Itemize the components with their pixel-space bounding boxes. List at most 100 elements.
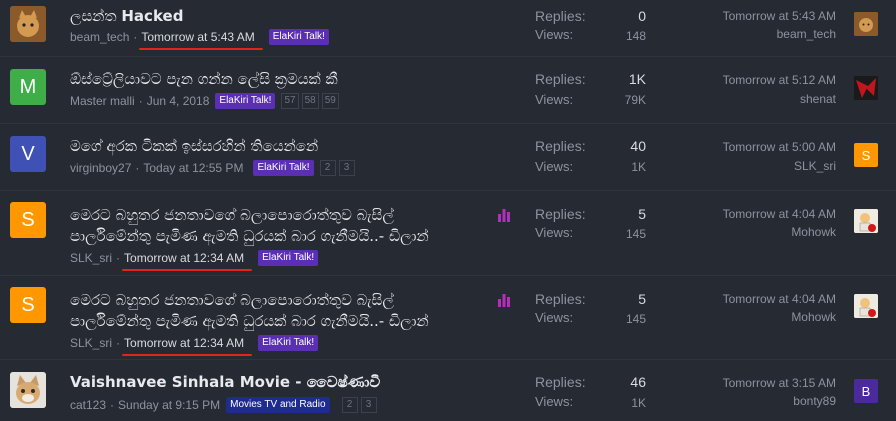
page-link[interactable]: 59 bbox=[321, 93, 339, 109]
author-avatar[interactable]: V bbox=[10, 136, 46, 172]
poll-icon bbox=[498, 209, 510, 222]
thread-meta: Master malli · Jun 4, 2018 ElaKiri Talk!… bbox=[70, 93, 342, 109]
last-post-user[interactable]: SLK_sri bbox=[794, 159, 836, 173]
cartoon-avatar-image bbox=[854, 294, 878, 318]
forum-label[interactable]: ElaKiri Talk! bbox=[215, 93, 276, 109]
last-post-time[interactable]: Tomorrow at 4:04 AM bbox=[723, 207, 836, 221]
thread-row[interactable]: Vaishnavee Sinhala Movie - වෛෂ්ණාවී cat1… bbox=[0, 359, 896, 421]
views-count: 145 bbox=[625, 227, 646, 241]
thread-meta: SLK_sri · Tomorrow at 12:34 AM ElaKiri T… bbox=[70, 250, 319, 271]
page-jump: 57 58 59 bbox=[281, 93, 341, 109]
thread-title-text: පාර්ලිමේන්තු පැමිණ ඇමති ධුරයක් බාර ගැනීම… bbox=[70, 312, 429, 330]
thread-title[interactable]: ලසන්ත Hacked bbox=[70, 5, 183, 27]
thread-start-time[interactable]: Jun 4, 2018 bbox=[147, 94, 210, 108]
last-poster-avatar[interactable]: B bbox=[854, 379, 878, 403]
avatar-letter: S bbox=[21, 293, 35, 316]
thread-start-time[interactable]: Tomorrow at 5:43 AM bbox=[139, 30, 264, 50]
meta-separator: · bbox=[133, 30, 138, 44]
page-link[interactable]: 3 bbox=[338, 160, 355, 176]
last-post-time[interactable]: Tomorrow at 5:43 AM bbox=[723, 9, 836, 23]
thread-title-line2[interactable]: පාර්ලිමේන්තු පැමිණ ඇමති ධුරයක් බාර ගැනීම… bbox=[70, 225, 429, 247]
page-link[interactable]: 2 bbox=[319, 160, 336, 176]
last-post-time[interactable]: Tomorrow at 5:12 AM bbox=[723, 73, 836, 87]
thread-start-time[interactable]: Sunday at 9:15 PM bbox=[118, 398, 220, 412]
page-link[interactable]: 58 bbox=[301, 93, 319, 109]
last-poster-avatar[interactable] bbox=[854, 209, 878, 233]
meta-separator: · bbox=[135, 161, 140, 175]
thread-author[interactable]: cat123 bbox=[70, 398, 106, 412]
meta-separator: · bbox=[116, 251, 121, 265]
thread-start-time[interactable]: Tomorrow at 12:34 AM bbox=[122, 251, 253, 271]
thread-start-time[interactable]: Tomorrow at 12:34 AM bbox=[122, 336, 253, 356]
last-post-time[interactable]: Tomorrow at 4:04 AM bbox=[723, 292, 836, 306]
abstract-avatar-image bbox=[854, 76, 878, 100]
last-post-user[interactable]: Mohowk bbox=[791, 225, 836, 239]
replies-count: 46 bbox=[630, 374, 646, 390]
thread-title-text: ලසන්ත bbox=[70, 7, 117, 25]
forum-label[interactable]: ElaKiri Talk! bbox=[258, 250, 319, 266]
replies-label: Replies: bbox=[535, 374, 586, 390]
avatar-letter: V bbox=[21, 142, 35, 165]
thread-title-text: මගේ අරක ටිකක් ඉස්සරහින් තියෙන්නේ bbox=[70, 137, 319, 155]
views-count: 79K bbox=[624, 93, 646, 107]
thread-row[interactable]: ලසන්ත Hacked beam_tech · Tomorrow at 5:4… bbox=[0, 0, 896, 57]
thread-author[interactable]: Master malli bbox=[70, 94, 135, 108]
author-avatar[interactable]: S bbox=[10, 287, 46, 323]
replies-count: 1K bbox=[628, 71, 646, 87]
replies-count: 40 bbox=[630, 138, 646, 154]
forum-label[interactable]: ElaKiri Talk! bbox=[253, 160, 314, 176]
meta-separator: · bbox=[116, 336, 121, 350]
thread-title-text: පාර්ලිමේන්තු පැමිණ ඇමති ධුරයක් බාර ගැනීම… bbox=[70, 227, 429, 245]
page-link[interactable]: 57 bbox=[281, 93, 299, 109]
replies-label: Replies: bbox=[535, 138, 586, 154]
forum-label[interactable]: ElaKiri Talk! bbox=[268, 29, 329, 45]
thread-row[interactable]: M ඕස්ට්‍රේලියාවට පැන ගන්න ලේසි ක්‍රමයක් … bbox=[0, 56, 896, 124]
views-count: 145 bbox=[625, 312, 646, 326]
views-count: 148 bbox=[625, 29, 646, 43]
thread-title[interactable]: මෙරට බහුතර ජනතාවගේ බලාපොරොත්තුව බැසිල් bbox=[70, 204, 394, 226]
thread-author[interactable]: SLK_sri bbox=[70, 251, 112, 265]
last-post-user[interactable]: Mohowk bbox=[791, 310, 836, 324]
thread-author[interactable]: SLK_sri bbox=[70, 336, 112, 350]
page-jump: 2 3 bbox=[341, 397, 380, 413]
last-poster-avatar[interactable] bbox=[854, 76, 878, 100]
thread-title[interactable]: Vaishnavee Sinhala Movie - වෛෂ්ණාවී bbox=[70, 371, 380, 393]
last-poster-avatar[interactable] bbox=[854, 294, 878, 318]
forum-label[interactable]: ElaKiri Talk! bbox=[258, 335, 319, 351]
poll-icon bbox=[498, 294, 510, 307]
thread-row[interactable]: V මගේ අරක ටිකක් ඉස්සරහින් තියෙන්නේ virgi… bbox=[0, 123, 896, 191]
page-link[interactable]: 3 bbox=[360, 397, 377, 413]
views-label: Views: bbox=[535, 394, 574, 409]
views-label: Views: bbox=[535, 159, 574, 174]
replies-count: 5 bbox=[638, 291, 646, 307]
views-label: Views: bbox=[535, 27, 574, 42]
last-poster-avatar[interactable]: S bbox=[854, 143, 878, 167]
forum-label[interactable]: Movies TV and Radio bbox=[226, 397, 330, 413]
author-avatar[interactable] bbox=[10, 6, 46, 42]
last-post-user[interactable]: bonty89 bbox=[793, 394, 836, 408]
thread-author[interactable]: beam_tech bbox=[70, 30, 129, 44]
author-avatar[interactable]: M bbox=[10, 69, 46, 105]
thread-title[interactable]: මෙරට බහුතර ජනතාවගේ බලාපොරොත්තුව බැසිල් bbox=[70, 289, 394, 311]
thread-row[interactable]: S මෙරට බහුතර ජනතාවගේ බලාපොරොත්තුව බැසිල්… bbox=[0, 275, 896, 360]
last-post-time[interactable]: Tomorrow at 5:00 AM bbox=[723, 140, 836, 154]
author-avatar[interactable] bbox=[10, 372, 46, 408]
thread-title[interactable]: මගේ අරක ටිකක් ඉස්සරහින් තියෙන්නේ bbox=[70, 135, 318, 157]
last-post-user[interactable]: beam_tech bbox=[777, 27, 836, 41]
avatar-letter: B bbox=[861, 383, 871, 399]
last-post-user[interactable]: shenat bbox=[800, 92, 836, 106]
page-link[interactable]: 2 bbox=[341, 397, 358, 413]
author-avatar[interactable]: S bbox=[10, 202, 46, 238]
thread-author[interactable]: virginboy27 bbox=[70, 161, 131, 175]
thread-title-line2[interactable]: පාර්ලිමේන්තු පැමිණ ඇමති ධුරයක් බාර ගැනීම… bbox=[70, 310, 429, 332]
thread-title-text: මෙරට බහුතර ජනතාවගේ බලාපොරොත්තුව බැසිල් bbox=[70, 291, 394, 309]
thread-meta: beam_tech · Tomorrow at 5:43 AM ElaKiri … bbox=[70, 29, 329, 50]
replies-label: Replies: bbox=[535, 291, 586, 307]
thread-title-bold: Hacked bbox=[121, 7, 184, 25]
thread-title[interactable]: ඕස්ට්‍රේලියාවට පැන ගන්න ලේසි ක්‍රමයක් කී bbox=[70, 68, 338, 90]
last-post-time[interactable]: Tomorrow at 3:15 AM bbox=[723, 376, 836, 390]
last-poster-avatar[interactable] bbox=[854, 12, 878, 36]
thread-title-text: ඕස්ට්‍රේලියාවට පැන ගන්න ලේසි ක්‍රමයක් කී bbox=[70, 70, 338, 88]
thread-row[interactable]: S මෙරට බහුතර ජනතාවගේ බලාපොරොත්තුව බැසිල්… bbox=[0, 190, 896, 276]
thread-start-time[interactable]: Today at 12:55 PM bbox=[143, 161, 243, 175]
